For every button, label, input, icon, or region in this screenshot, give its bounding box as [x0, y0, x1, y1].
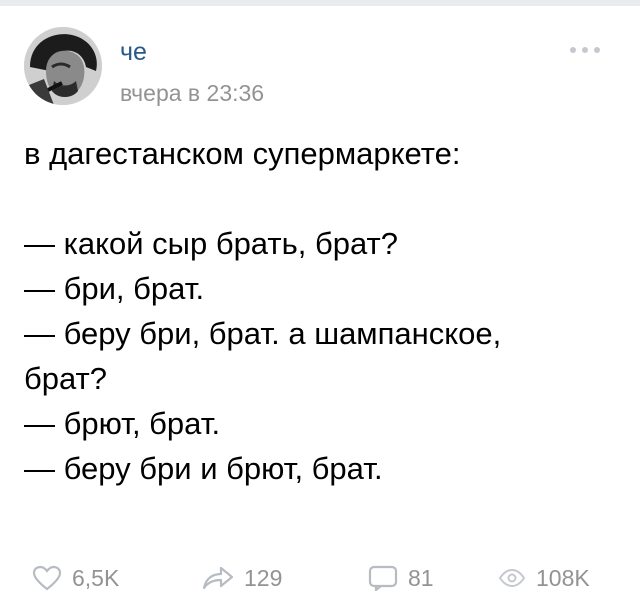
- post-line: брат?: [24, 361, 107, 396]
- share-button[interactable]: 129: [202, 563, 282, 593]
- more-dots-icon[interactable]: [570, 42, 600, 58]
- post-line: в дагестанском супермаркете:: [24, 136, 461, 171]
- author-avatar[interactable]: [24, 27, 102, 105]
- eye-icon: [498, 568, 526, 588]
- post-line: — бри, брат.: [24, 271, 205, 306]
- dot: [582, 47, 588, 53]
- post-line: — какой сыр брать, брат?: [24, 226, 398, 261]
- avatar-photo: [24, 27, 102, 105]
- dot: [570, 47, 576, 53]
- views-counter: 108K: [498, 563, 590, 593]
- post-line: — брют, брат.: [24, 406, 221, 441]
- post-line: [24, 176, 624, 221]
- comment-icon: [368, 565, 398, 591]
- like-count: 6,5K: [72, 565, 120, 591]
- like-button[interactable]: 6,5K: [32, 563, 119, 593]
- post-actions-bar: 6,5K 129 81 108K: [0, 560, 640, 593]
- dot: [594, 47, 600, 53]
- views-count: 108K: [536, 565, 590, 591]
- share-arrow-icon: [202, 566, 234, 590]
- post-text: в дагестанском супермаркете: — какой сыр…: [24, 131, 624, 491]
- comment-button[interactable]: 81: [368, 563, 434, 593]
- heart-icon: [32, 565, 62, 591]
- author-name[interactable]: че: [120, 38, 147, 66]
- post-timestamp[interactable]: вчера в 23:36: [120, 79, 264, 107]
- top-divider: [0, 0, 640, 6]
- post-line: — беру бри, брат. а шампанское,: [24, 316, 502, 351]
- post-line: — беру бри и брют, брат.: [24, 451, 383, 486]
- comment-count: 81: [408, 565, 434, 591]
- share-count: 129: [244, 565, 283, 591]
